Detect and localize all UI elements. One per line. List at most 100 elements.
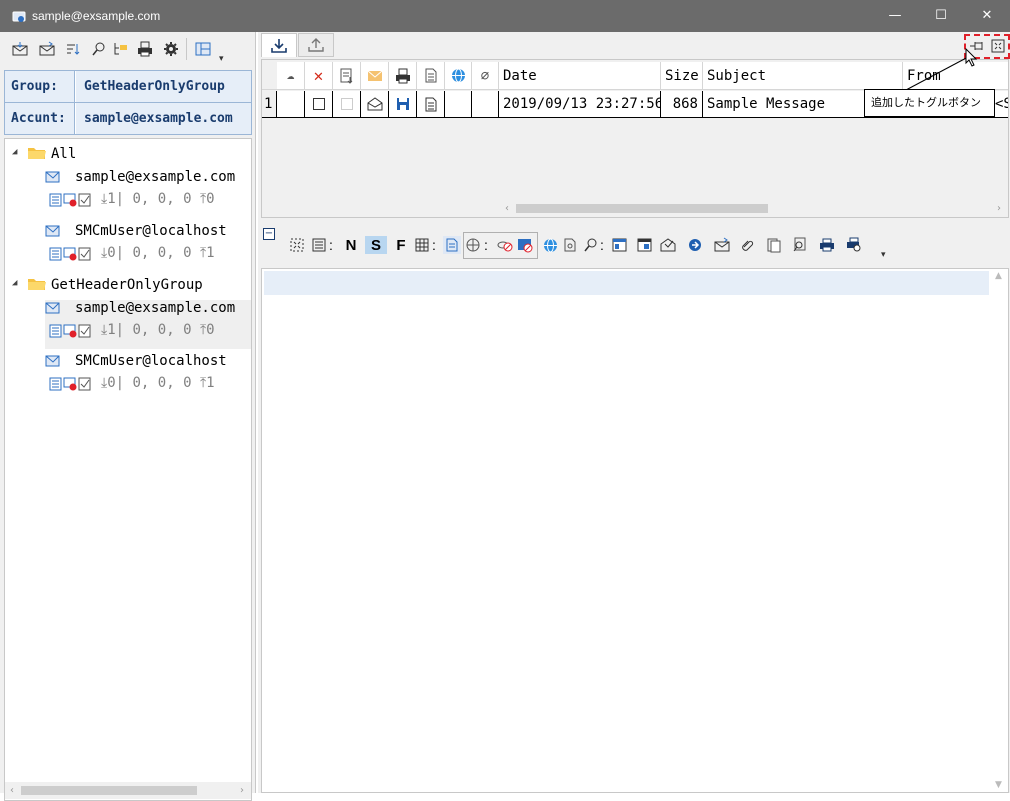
document-icon[interactable] (562, 236, 578, 254)
layout-icon[interactable] (194, 40, 212, 58)
scroll-down-arrow-icon[interactable]: ▼ (995, 780, 1002, 790)
column-header-cloud[interactable]: ☁ (277, 62, 305, 90)
viewer-vertical-scrollbar[interactable]: ▲ ▼ (992, 269, 1008, 792)
column-header-page[interactable] (417, 62, 445, 90)
column-header-size[interactable]: Size (661, 62, 703, 90)
column-header-print[interactable] (389, 62, 417, 90)
tree-horizontal-scrollbar[interactable]: ‹ › (5, 782, 251, 799)
column-header-delete[interactable]: ✕ (305, 62, 333, 90)
row-index: 1 (262, 91, 277, 118)
grid-view-icon[interactable] (414, 236, 430, 254)
collapse-button[interactable]: − (263, 228, 275, 240)
tab-received[interactable] (261, 33, 297, 57)
tree-account[interactable]: SMCmUser@localhost (75, 353, 227, 369)
fit-icon[interactable] (289, 236, 305, 254)
gear-icon[interactable] (162, 40, 180, 58)
column-header-attach[interactable]: ⌀ (472, 62, 499, 90)
mark-read-icon[interactable] (660, 236, 676, 254)
copy-doc-icon[interactable] (766, 236, 782, 254)
row-date[interactable]: 2019/09/13 23:27:56 (499, 91, 661, 118)
mailbox-icon (45, 171, 60, 183)
block-link-icon[interactable] (497, 236, 513, 254)
column-header-web[interactable] (445, 62, 472, 90)
tree-account[interactable]: SMCmUser@localhost (75, 223, 227, 239)
row-checkbox[interactable] (305, 91, 333, 118)
sort-icon[interactable] (64, 40, 82, 58)
tree-group-all[interactable]: All (51, 146, 76, 162)
header-list-icon[interactable] (311, 236, 327, 254)
row-cell-save[interactable] (389, 91, 417, 118)
tree-account[interactable]: sample@exsample.com (75, 169, 235, 185)
printer-icon[interactable] (136, 40, 154, 58)
scroll-left-arrow-icon[interactable]: ‹ (5, 782, 19, 799)
expand-arrow-icon[interactable]: ◢ (12, 278, 17, 288)
column-header-doc[interactable] (333, 62, 361, 90)
message-viewer[interactable]: ▲ ▼ (261, 268, 1009, 793)
group-value: GetHeaderOnlyGroup (76, 71, 251, 102)
toolbar-overflow-button[interactable]: ▾ (219, 54, 224, 64)
row-cell-page[interactable] (417, 91, 445, 118)
window-icon[interactable] (611, 236, 627, 254)
column-header-subject[interactable]: Subject (703, 62, 903, 90)
full-view-button[interactable]: F (393, 236, 409, 254)
checkbox-icon[interactable] (312, 98, 325, 110)
attachment-icon[interactable] (740, 236, 756, 254)
account-status-icons (49, 247, 91, 261)
account-label: Accunt: (5, 103, 75, 134)
scroll-up-arrow-icon[interactable]: ▲ (995, 271, 1002, 281)
web-lock-icon[interactable] (466, 236, 482, 254)
tooltip: 追加したトグルボタン (864, 89, 995, 117)
reply-mail-icon[interactable] (714, 236, 730, 254)
preview-search-icon[interactable] (792, 236, 808, 254)
column-header-mail[interactable] (361, 62, 389, 90)
folder-tree-icon[interactable] (112, 40, 130, 58)
mailbox-icon (45, 355, 60, 367)
text-view-icon[interactable] (443, 236, 461, 254)
cloud-icon: ☁ (286, 67, 295, 83)
find-icon[interactable] (583, 236, 599, 254)
scroll-right-arrow-icon[interactable]: › (992, 200, 1006, 217)
close-button[interactable]: ✕ (964, 0, 1010, 32)
minimize-button[interactable]: — (872, 0, 918, 32)
viewer-toolbar-overflow-button[interactable]: ▾ (881, 250, 886, 260)
tree-group-getheaderonly[interactable]: GetHeaderOnlyGroup (51, 277, 203, 293)
scroll-thumb[interactable] (21, 786, 197, 795)
window-title: sample@exsample.com (32, 9, 161, 23)
row-size[interactable]: 868 (661, 91, 703, 118)
scroll-thumb[interactable] (516, 204, 768, 213)
send-mail-icon[interactable] (38, 40, 56, 58)
scroll-left-arrow-icon[interactable]: ‹ (500, 200, 514, 217)
window-alt-icon[interactable] (636, 236, 652, 254)
account-stats: ⤓1| 0, 0, 0 ⤒0 (101, 191, 215, 207)
receive-mail-icon[interactable] (11, 40, 29, 58)
next-arrow-icon[interactable] (687, 236, 703, 254)
account-status-icons (49, 377, 91, 391)
scroll-right-arrow-icon[interactable]: › (235, 782, 249, 799)
paperclip-icon: ⌀ (480, 67, 490, 84)
document-download-icon (340, 68, 352, 84)
row-cell-doc (333, 91, 361, 118)
account-value: sample@exsample.com (76, 103, 251, 134)
open-envelope-icon (367, 97, 382, 111)
message-grid: ☁ ✕ ⌀ Date Size Subject From 1 2019/09/1… (261, 59, 1009, 218)
viewer-toolbar: − : N S F : :: ▾ (261, 228, 1009, 264)
globe-icon[interactable] (542, 236, 558, 254)
maximize-button[interactable]: ☐ (918, 0, 964, 32)
grid-corner (262, 62, 277, 90)
expand-arrow-icon[interactable]: ◢ (12, 147, 17, 157)
globe-icon (451, 68, 465, 83)
tab-sent[interactable] (298, 33, 334, 57)
print-icon[interactable] (818, 236, 836, 254)
account-tree: ◢ All sample@exsample.com ⤓1| 0, 0, 0 ⤒0… (4, 138, 252, 801)
normal-view-button[interactable]: N (343, 236, 359, 254)
row-cell-mail[interactable] (361, 91, 389, 118)
tree-account-selected[interactable]: sample@exsample.com (75, 300, 235, 316)
print-preview-icon[interactable] (845, 236, 863, 254)
column-header-date[interactable]: Date (499, 62, 661, 90)
account-stats: ⤓0| 0, 0, 0 ⤒1 (101, 375, 215, 391)
block-image-icon[interactable] (517, 236, 533, 254)
page-icon (425, 68, 436, 83)
grid-horizontal-scrollbar[interactable]: ‹ › (262, 200, 1008, 217)
search-icon[interactable] (90, 40, 108, 58)
source-view-button[interactable]: S (365, 236, 387, 254)
